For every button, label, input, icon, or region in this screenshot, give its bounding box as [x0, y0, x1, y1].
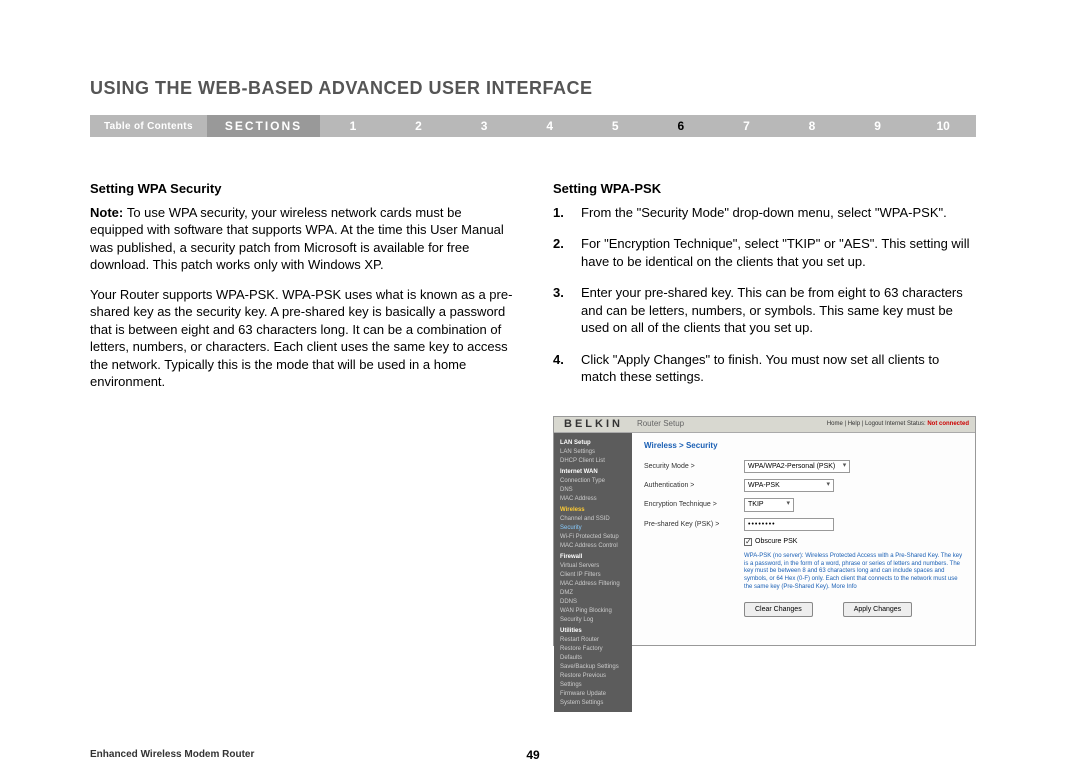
psk-label: Pre-shared Key (PSK) >: [644, 520, 744, 529]
router-main-panel: Wireless > Security Security Mode > WPA/…: [632, 433, 975, 712]
page-title: USING THE WEB-BASED ADVANCED USER INTERF…: [90, 78, 593, 99]
left-heading: Setting WPA Security: [90, 180, 513, 198]
obscure-psk-checkbox[interactable]: [744, 538, 752, 546]
left-note-paragraph: Note: To use WPA security, your wireless…: [90, 204, 513, 274]
clear-changes-button[interactable]: Clear Changes: [744, 602, 813, 617]
sidebar-backup[interactable]: Save/Backup Settings: [560, 663, 626, 672]
belkin-logo: BELKIN: [554, 417, 633, 432]
footer-page-number: 49: [526, 748, 539, 762]
auth-label: Authentication >: [644, 481, 744, 490]
router-sidebar: LAN Setup LAN Settings DHCP Client List …: [554, 433, 632, 712]
router-top-links[interactable]: Home | Help | Logout Internet Status: No…: [827, 420, 975, 428]
step-4: 4.Click "Apply Changes" to finish. You m…: [553, 351, 976, 386]
auth-select[interactable]: WPA-PSK: [744, 479, 834, 492]
section-nav-bar: Table of Contents SECTIONS 1 2 3 4 5 6 7…: [90, 115, 976, 137]
left-column: Setting WPA Security Note: To use WPA se…: [90, 180, 513, 646]
sidebar-security[interactable]: Security: [560, 524, 626, 533]
nav-section-6[interactable]: 6: [648, 119, 714, 133]
sidebar-dmz[interactable]: DMZ: [560, 589, 626, 598]
sidebar-internet-wan[interactable]: Internet WAN: [560, 468, 626, 477]
sidebar-client-ip[interactable]: Client IP Filters: [560, 571, 626, 580]
nav-section-1[interactable]: 1: [320, 119, 386, 133]
page-footer: Enhanced Wireless Modem Router 49: [90, 749, 976, 760]
psk-input[interactable]: ••••••••: [744, 518, 834, 531]
sidebar-lan-setup[interactable]: LAN Setup: [560, 439, 626, 448]
nav-sections-label: SECTIONS: [207, 115, 320, 137]
left-paragraph-2: Your Router supports WPA-PSK. WPA-PSK us…: [90, 286, 513, 391]
nav-section-7[interactable]: 7: [714, 119, 780, 133]
nav-section-2[interactable]: 2: [386, 119, 452, 133]
sidebar-dhcp[interactable]: DHCP Client List: [560, 457, 626, 466]
psk-help-text: WPA-PSK (no server): Wireless Protected …: [744, 553, 963, 592]
obscure-psk-label: Obscure PSK: [755, 537, 797, 546]
nav-section-4[interactable]: 4: [517, 119, 583, 133]
security-mode-label: Security Mode >: [644, 462, 744, 471]
sidebar-mac[interactable]: MAC Address: [560, 495, 626, 504]
sidebar-restore-defaults[interactable]: Restore Factory Defaults: [560, 645, 626, 663]
apply-changes-button[interactable]: Apply Changes: [843, 602, 912, 617]
footer-product-name: Enhanced Wireless Modem Router: [90, 749, 254, 760]
content-columns: Setting WPA Security Note: To use WPA se…: [90, 180, 976, 646]
sidebar-conn-type[interactable]: Connection Type: [560, 477, 626, 486]
security-mode-select[interactable]: WPA/WPA2-Personal (PSK): [744, 460, 850, 473]
router-setup-label: Router Setup: [633, 419, 684, 430]
nav-section-5[interactable]: 5: [582, 119, 648, 133]
sidebar-mac-filter[interactable]: MAC Address Filtering: [560, 580, 626, 589]
router-topbar: BELKIN Router Setup Home | Help | Logout…: [554, 417, 975, 433]
sidebar-restart[interactable]: Restart Router: [560, 636, 626, 645]
sidebar-wireless[interactable]: Wireless: [560, 506, 626, 515]
sidebar-lan-settings[interactable]: LAN Settings: [560, 448, 626, 457]
sidebar-channel-ssid[interactable]: Channel and SSID: [560, 515, 626, 524]
step-1: 1.From the "Security Mode" drop-down men…: [553, 204, 976, 222]
nav-section-8[interactable]: 8: [779, 119, 845, 133]
sidebar-wan-ping[interactable]: WAN Ping Blocking: [560, 607, 626, 616]
enc-label: Encryption Technique >: [644, 500, 744, 509]
sidebar-dns[interactable]: DNS: [560, 486, 626, 495]
router-ui-screenshot: BELKIN Router Setup Home | Help | Logout…: [553, 416, 976, 646]
step-2: 2.For "Encryption Technique", select "TK…: [553, 235, 976, 270]
step-3: 3.Enter your pre-shared key. This can be…: [553, 284, 976, 337]
steps-list: 1.From the "Security Mode" drop-down men…: [553, 204, 976, 386]
sidebar-ddns[interactable]: DDNS: [560, 598, 626, 607]
sidebar-virtual-servers[interactable]: Virtual Servers: [560, 562, 626, 571]
sidebar-firewall[interactable]: Firewall: [560, 553, 626, 562]
sidebar-seclog[interactable]: Security Log: [560, 616, 626, 625]
router-breadcrumb: Wireless > Security: [644, 441, 963, 452]
nav-section-10[interactable]: 10: [910, 119, 976, 133]
sidebar-wps[interactable]: Wi-Fi Protected Setup: [560, 533, 626, 542]
sidebar-mac-control[interactable]: MAC Address Control: [560, 542, 626, 551]
right-heading: Setting WPA-PSK: [553, 180, 976, 198]
nav-section-9[interactable]: 9: [845, 119, 911, 133]
nav-toc-link[interactable]: Table of Contents: [90, 121, 207, 132]
sidebar-restore-prev[interactable]: Restore Previous Settings: [560, 672, 626, 690]
sidebar-system[interactable]: System Settings: [560, 699, 626, 708]
enc-select[interactable]: TKIP: [744, 498, 794, 511]
sidebar-utilities[interactable]: Utilities: [560, 627, 626, 636]
nav-section-3[interactable]: 3: [451, 119, 517, 133]
sidebar-firmware[interactable]: Firmware Update: [560, 690, 626, 699]
right-column: Setting WPA-PSK 1.From the "Security Mod…: [553, 180, 976, 646]
